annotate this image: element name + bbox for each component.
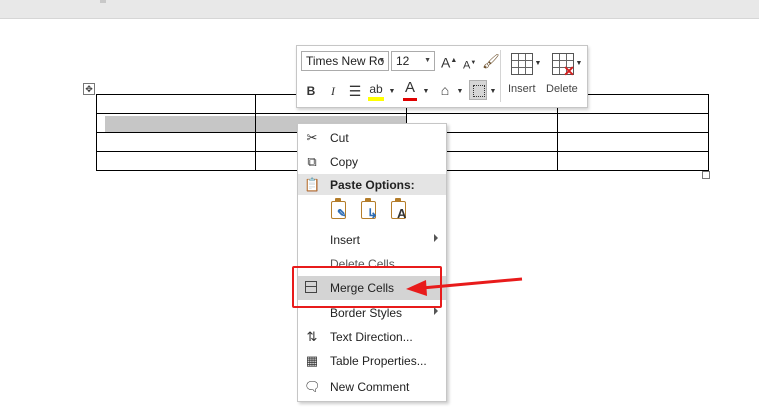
delete-x-icon: ✕ [563,63,575,79]
text-direction-icon: ⇅ [306,329,318,344]
table-cell[interactable] [557,113,709,133]
context-menu: ✂ Cut ⧉ Copy 📋 Paste Options: ✎ ↳ A Inse… [297,123,447,402]
paste-icon: 📋 [304,177,321,192]
keep-text-only-icon[interactable]: A [388,198,410,223]
borders-button[interactable] [469,80,487,100]
menu-item-insert[interactable]: Insert [298,228,446,252]
chevron-down-icon: ▼ [424,57,431,64]
menu-item-label: Border Styles [330,306,403,320]
highlight-button[interactable]: ab [367,80,385,101]
new-comment-icon: 🗨 [304,379,321,394]
shading-icon[interactable]: ⌂ [436,81,454,99]
copy-icon: ⧉ [307,154,317,169]
chevron-down-icon[interactable]: ▼ [388,83,396,101]
scissors-icon: ✂ [306,130,318,145]
menu-header-paste-options: 📋 Paste Options: [298,174,446,195]
shrink-font-button[interactable]: A▼ [463,54,476,75]
merge-formatting-icon[interactable]: ↳ [358,198,380,223]
borders-icon [473,85,485,97]
menu-item-label: Copy [330,155,359,169]
table-insert-icon[interactable] [511,53,533,75]
table-cell[interactable] [96,151,256,171]
font-name-value: Times New Ro [306,54,385,68]
menu-item-label: Insert [330,233,361,247]
menu-item-table-properties[interactable]: ▦ Table Properties... [298,349,446,373]
top-bar-handle [100,0,106,3]
annotation-arrow-icon [406,277,523,296]
chevron-down-icon[interactable]: ▼ [575,55,583,73]
highlight-color-swatch [368,97,384,101]
chevron-down-icon: ▼ [378,57,385,64]
grow-font-label: A [441,54,451,71]
insert-label[interactable]: Insert [508,83,536,95]
format-painter-icon[interactable]: 🖌 [482,52,500,70]
menu-item-label: Paste Options: [330,178,415,192]
keep-source-formatting-icon[interactable]: ✎ [328,198,350,223]
menu-item-label: New Comment [330,380,410,394]
font-color-swatch [403,98,417,101]
menu-item-label: Cut [330,131,349,145]
menu-item-new-comment[interactable]: 🗨 New Comment [298,375,446,399]
table-properties-icon: ▦ [305,353,319,368]
chevron-down-icon[interactable]: ▼ [456,83,464,101]
table-resize-handle[interactable] [702,171,710,179]
font-size-box[interactable]: 12 ▼ [391,51,435,71]
font-size-value: 12 [396,54,410,68]
mini-toolbar: Times New Ro ▼ 12 ▼ A▲ A▼ 🖌 B I ☰ ab ▼ A… [296,45,588,108]
paste-options-row: ✎ ↳ A [328,198,428,225]
chevron-down-icon[interactable]: ▼ [422,83,430,101]
toolbar-separator [500,50,501,102]
font-color-button[interactable]: A [403,79,417,101]
table-cell-selected[interactable] [96,113,256,133]
menu-item-cut[interactable]: ✂ Cut [298,126,446,150]
submenu-arrow-icon [434,234,438,242]
menu-item-label: Table Properties... [330,354,427,368]
submenu-arrow-icon [434,307,438,315]
chevron-down-icon[interactable]: ▼ [489,83,497,101]
bold-button[interactable]: B [305,82,317,100]
grow-font-button[interactable]: A▲ [441,52,457,72]
delete-label[interactable]: Delete [546,83,578,95]
highlighter-icon: ab [369,82,383,96]
table-cell[interactable] [557,132,709,152]
table-cell[interactable] [96,132,256,152]
font-name-box[interactable]: Times New Ro ▼ [301,51,389,71]
menu-item-copy[interactable]: ⧉ Copy [298,150,446,174]
table-cell[interactable] [96,94,256,114]
italic-button[interactable]: I [327,82,339,100]
font-color-label: A [404,79,415,96]
chevron-down-icon[interactable]: ▼ [534,55,542,73]
table-cell[interactable] [557,151,709,171]
menu-item-text-direction[interactable]: ⇅ Text Direction... [298,325,446,349]
center-align-icon[interactable]: ☰ [347,82,363,100]
table-move-handle[interactable]: ✥ [83,83,95,95]
menu-item-label: Text Direction... [330,330,413,344]
window-top-bar [0,0,759,19]
